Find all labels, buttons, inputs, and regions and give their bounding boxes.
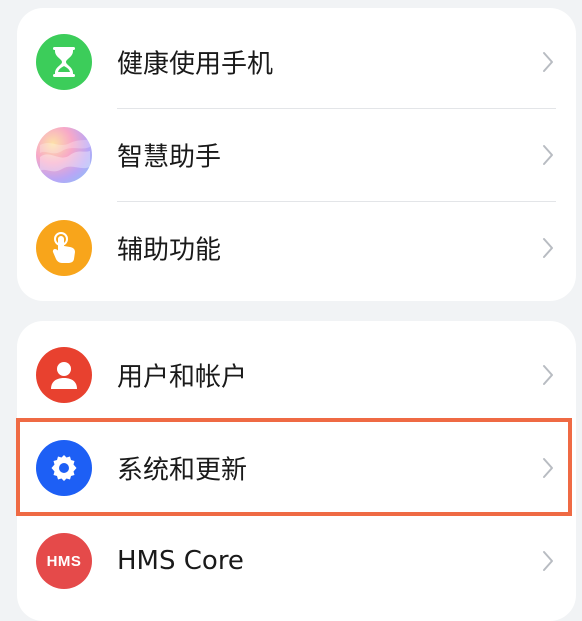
chevron-right-icon: [543, 52, 553, 72]
user-icon: [36, 347, 92, 403]
settings-item-hms-core[interactable]: HMS HMS Core: [17, 515, 576, 607]
chevron-right-icon: [543, 365, 553, 385]
chevron-right-icon: [543, 551, 553, 571]
settings-item-smart-assistant[interactable]: 智慧助手: [17, 109, 576, 201]
hand-tap-icon: [36, 220, 92, 276]
settings-item-label: HMS Core: [117, 546, 244, 576]
settings-item-label: 辅助功能: [117, 235, 222, 266]
hms-icon-text: HMS: [46, 552, 82, 570]
settings-item-label: 智慧助手: [117, 142, 222, 173]
settings-card-1: 健康使用手机 智慧助手 辅助功能: [17, 8, 576, 301]
settings-item-accessibility[interactable]: 辅助功能: [17, 202, 576, 294]
settings-item-health-usage[interactable]: 健康使用手机: [17, 16, 576, 108]
settings-item-label: 用户和帐户: [117, 362, 248, 393]
highlight-box: [16, 418, 572, 516]
chevron-right-icon: [543, 238, 553, 258]
hourglass-icon: [36, 34, 92, 90]
celia-assistant-icon: [36, 127, 92, 183]
hms-icon: HMS: [36, 533, 92, 589]
settings-item-label: 健康使用手机: [117, 49, 274, 80]
settings-item-users-accounts[interactable]: 用户和帐户: [17, 329, 576, 421]
chevron-right-icon: [543, 145, 553, 165]
